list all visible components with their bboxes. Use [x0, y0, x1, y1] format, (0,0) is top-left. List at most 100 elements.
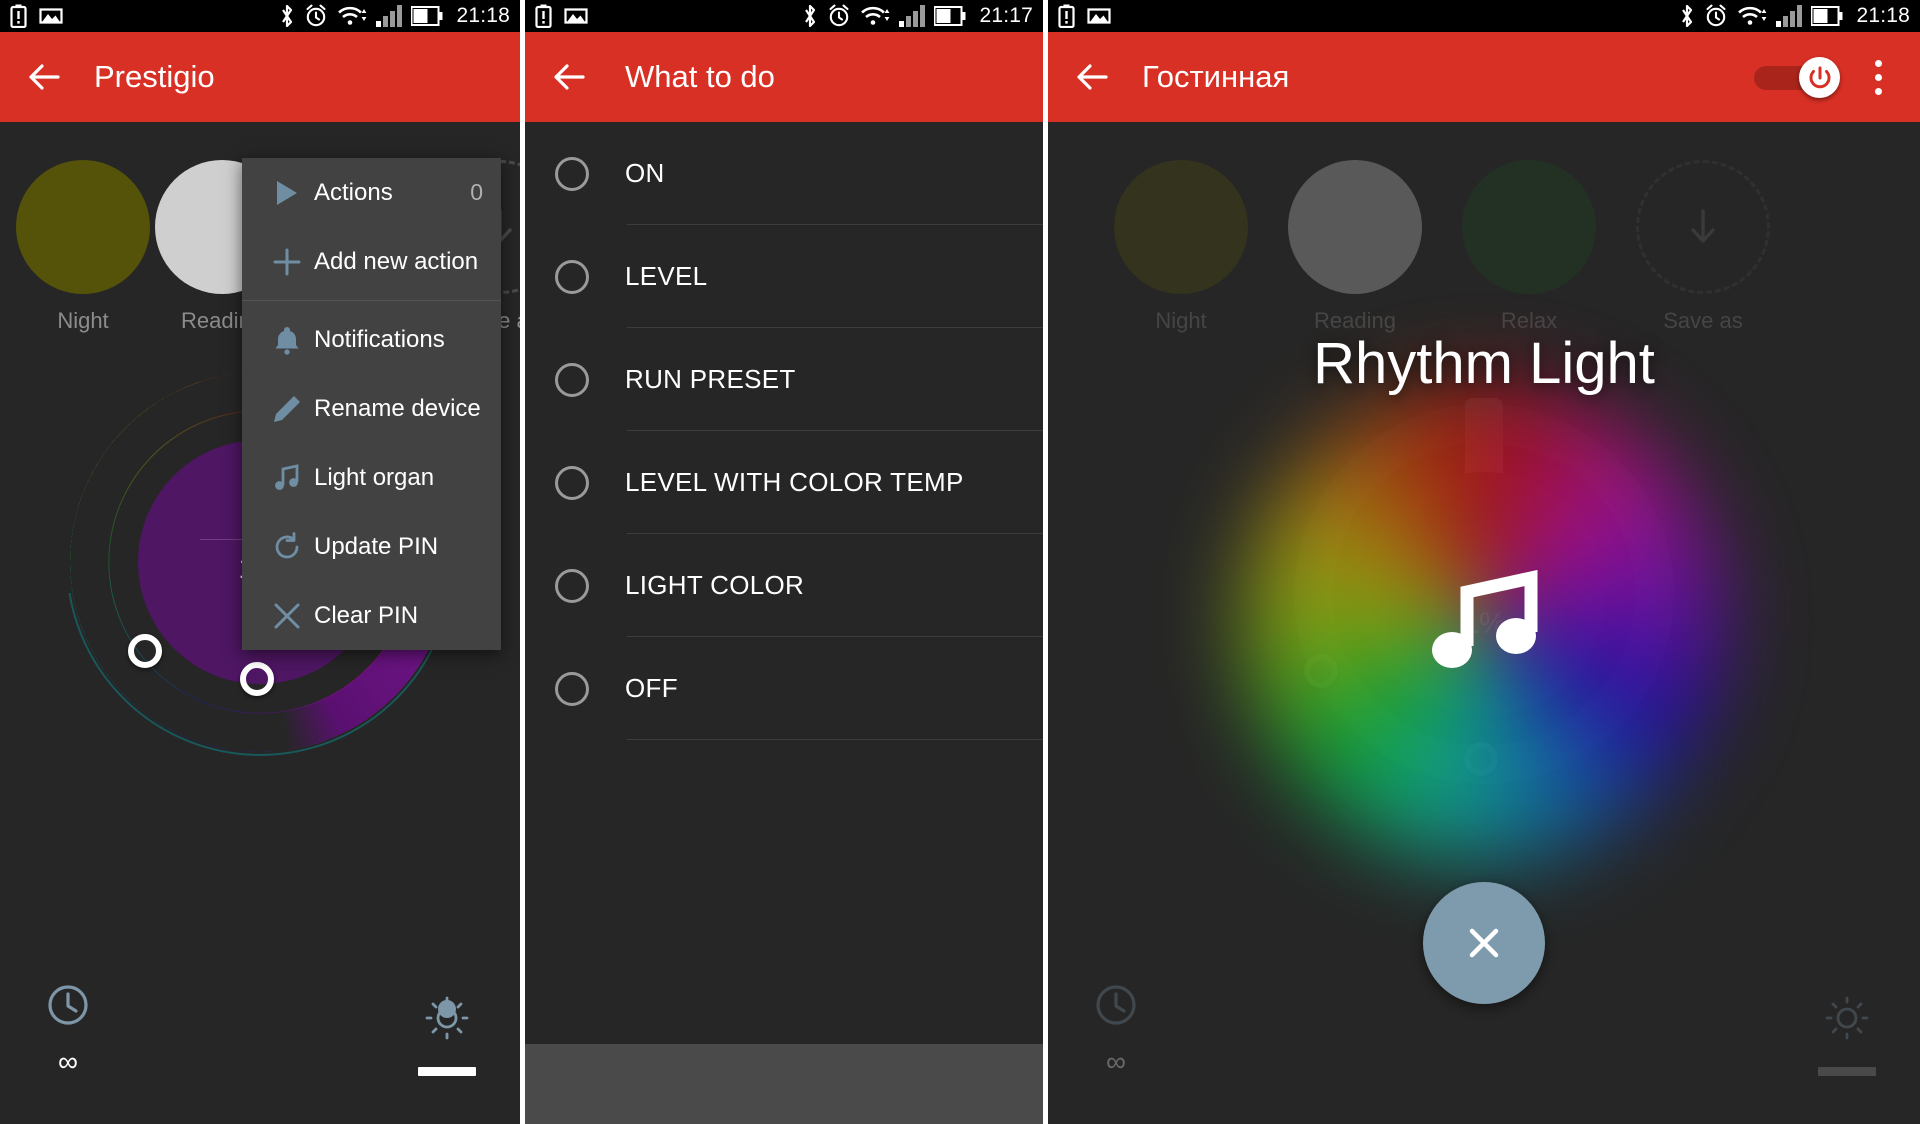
- app-bar-actions: [1754, 55, 1898, 99]
- back-arrow-icon[interactable]: [22, 55, 66, 99]
- page-title: Гостинная: [1142, 59, 1290, 94]
- brightness-slider[interactable]: [418, 1067, 476, 1076]
- menu-item-notifications[interactable]: Notifications: [242, 305, 501, 374]
- music-icon: [260, 463, 314, 493]
- preset-reading[interactable]: Reading: [1288, 160, 1422, 334]
- timer-value: ∞: [58, 1046, 78, 1077]
- preset-night-swatch: [16, 160, 150, 294]
- rhythm-light-body: Night Reading Relax Save as Rhythm Light…: [1048, 122, 1920, 1124]
- close-rhythm-button[interactable]: [1423, 882, 1545, 1004]
- list-item-level-with-color-temp[interactable]: LEVEL WITH COLOR TEMP: [525, 431, 1043, 534]
- menu-item-add-new-action[interactable]: Add new action: [242, 227, 501, 296]
- menu-item-notifications-label: Notifications: [314, 325, 445, 353]
- status-bar-clock: 21:18: [456, 4, 510, 27]
- preset-night-label: Night: [57, 308, 109, 333]
- overflow-menu-button[interactable]: [1858, 55, 1898, 99]
- kebab-dot: [1874, 87, 1882, 95]
- list-item-run-preset-label: RUN PRESET: [625, 364, 796, 394]
- radio-icon[interactable]: [555, 156, 589, 191]
- menu-item-update-pin-label: Update PIN: [314, 532, 439, 560]
- menu-item-actions-badge: 0: [470, 179, 483, 205]
- preset-night[interactable]: Night: [16, 160, 150, 334]
- brightness-control[interactable]: [1818, 996, 1876, 1076]
- action-type-list: ON LEVEL RUN PRESET LEVEL WITH COLOR TEM…: [525, 122, 1043, 740]
- status-bar: 21:17: [525, 0, 1043, 32]
- close-icon: [1469, 928, 1499, 958]
- preset-save-as[interactable]: Save as: [1636, 160, 1770, 334]
- status-bar-clock: 21:18: [1856, 4, 1910, 27]
- radio-icon[interactable]: [555, 259, 589, 294]
- menu-item-light-organ-label: Light organ: [314, 463, 435, 491]
- download-arrow-icon: [1691, 209, 1715, 243]
- bell-icon: [260, 325, 314, 355]
- status-bar-left: [10, 4, 63, 29]
- radio-icon[interactable]: [555, 671, 589, 706]
- what-to-do-body: ON LEVEL RUN PRESET LEVEL WITH COLOR TEM…: [525, 122, 1043, 1124]
- refresh-icon: [260, 531, 314, 562]
- kebab-dot: [1874, 59, 1882, 67]
- radio-icon[interactable]: [555, 362, 589, 397]
- list-item-run-preset[interactable]: RUN PRESET: [525, 328, 1043, 431]
- list-item-on-label: ON: [625, 158, 665, 188]
- level-handle[interactable]: [240, 662, 274, 696]
- preset-night[interactable]: Night: [1114, 160, 1248, 334]
- timer-control[interactable]: ∞: [46, 983, 90, 1078]
- wifi-icon: [337, 4, 367, 28]
- panel-what-to-do: 21:17 What to do ON LEVEL RUN PRESET LEV…: [525, 0, 1043, 1124]
- overflow-menu[interactable]: Actions 0 Add new action Notifications R…: [242, 158, 501, 650]
- status-bar-left: [1058, 4, 1111, 29]
- image-icon: [39, 6, 63, 26]
- radio-icon[interactable]: [555, 465, 589, 500]
- preset-reading-swatch: [1288, 160, 1422, 294]
- timer-control[interactable]: ∞: [1094, 983, 1138, 1078]
- power-toggle[interactable]: [1754, 55, 1840, 99]
- battery-alert-icon: [1058, 4, 1075, 29]
- menu-item-add-new-action-label: Add new action: [314, 247, 479, 275]
- row-divider: [627, 739, 1043, 740]
- bottom-bar: ∞: [0, 964, 520, 1124]
- menu-item-clear-pin[interactable]: Clear PIN: [242, 581, 501, 650]
- list-item-level[interactable]: LEVEL: [525, 225, 1043, 328]
- list-item-light-color[interactable]: LIGHT COLOR: [525, 534, 1043, 637]
- pencil-icon: [260, 394, 314, 424]
- image-icon: [1087, 6, 1111, 26]
- battery-alert-icon: [10, 4, 27, 29]
- brightness-control[interactable]: [418, 996, 476, 1076]
- bluetooth-icon: [279, 4, 295, 28]
- hue-handle[interactable]: [128, 634, 162, 668]
- device-detail-body: Night Reading Relax Save as: [0, 122, 520, 1124]
- menu-item-rename-device-label: Rename device: [314, 394, 481, 422]
- signal-icon: [899, 5, 926, 27]
- alarm-icon: [1704, 4, 1728, 28]
- menu-item-clear-pin-label: Clear PIN: [314, 601, 419, 629]
- play-icon: [260, 179, 314, 207]
- list-item-off-label: OFF: [625, 673, 678, 703]
- menu-item-rename-device[interactable]: Rename device: [242, 374, 501, 443]
- back-arrow-icon[interactable]: [1070, 55, 1114, 99]
- preset-night-swatch: [1114, 160, 1248, 294]
- back-arrow-icon[interactable]: [547, 55, 591, 99]
- image-icon: [564, 6, 588, 26]
- menu-item-update-pin[interactable]: Update PIN: [242, 512, 501, 581]
- menu-item-light-organ[interactable]: Light organ: [242, 443, 501, 512]
- clock-icon: [48, 985, 88, 1025]
- kebab-dot: [1874, 73, 1882, 81]
- status-bar-clock: 21:17: [979, 4, 1033, 27]
- panel-device-detail: 21:18 Prestigio Night Reading ∞ Actions …: [0, 0, 520, 1124]
- list-item-on[interactable]: ON: [525, 122, 1043, 225]
- status-bar: 21:18: [1048, 0, 1920, 32]
- preset-relax[interactable]: Relax: [1462, 160, 1596, 334]
- brightness-icon: [1825, 996, 1869, 1040]
- list-item-off[interactable]: OFF: [525, 637, 1043, 740]
- menu-item-actions[interactable]: Actions 0: [242, 158, 501, 227]
- brightness-slider[interactable]: [1818, 1067, 1876, 1076]
- wifi-icon: [1737, 4, 1767, 28]
- toggle-knob: [1799, 57, 1840, 98]
- radio-icon[interactable]: [555, 568, 589, 603]
- menu-item-actions-label: Actions: [314, 178, 393, 206]
- rhythm-overlay-title: Rhythm Light: [1313, 331, 1655, 396]
- app-bar: Гостинная: [1048, 32, 1920, 122]
- status-bar: 21:18: [0, 0, 520, 32]
- clock-icon: [1096, 985, 1136, 1025]
- bluetooth-icon: [1679, 4, 1695, 28]
